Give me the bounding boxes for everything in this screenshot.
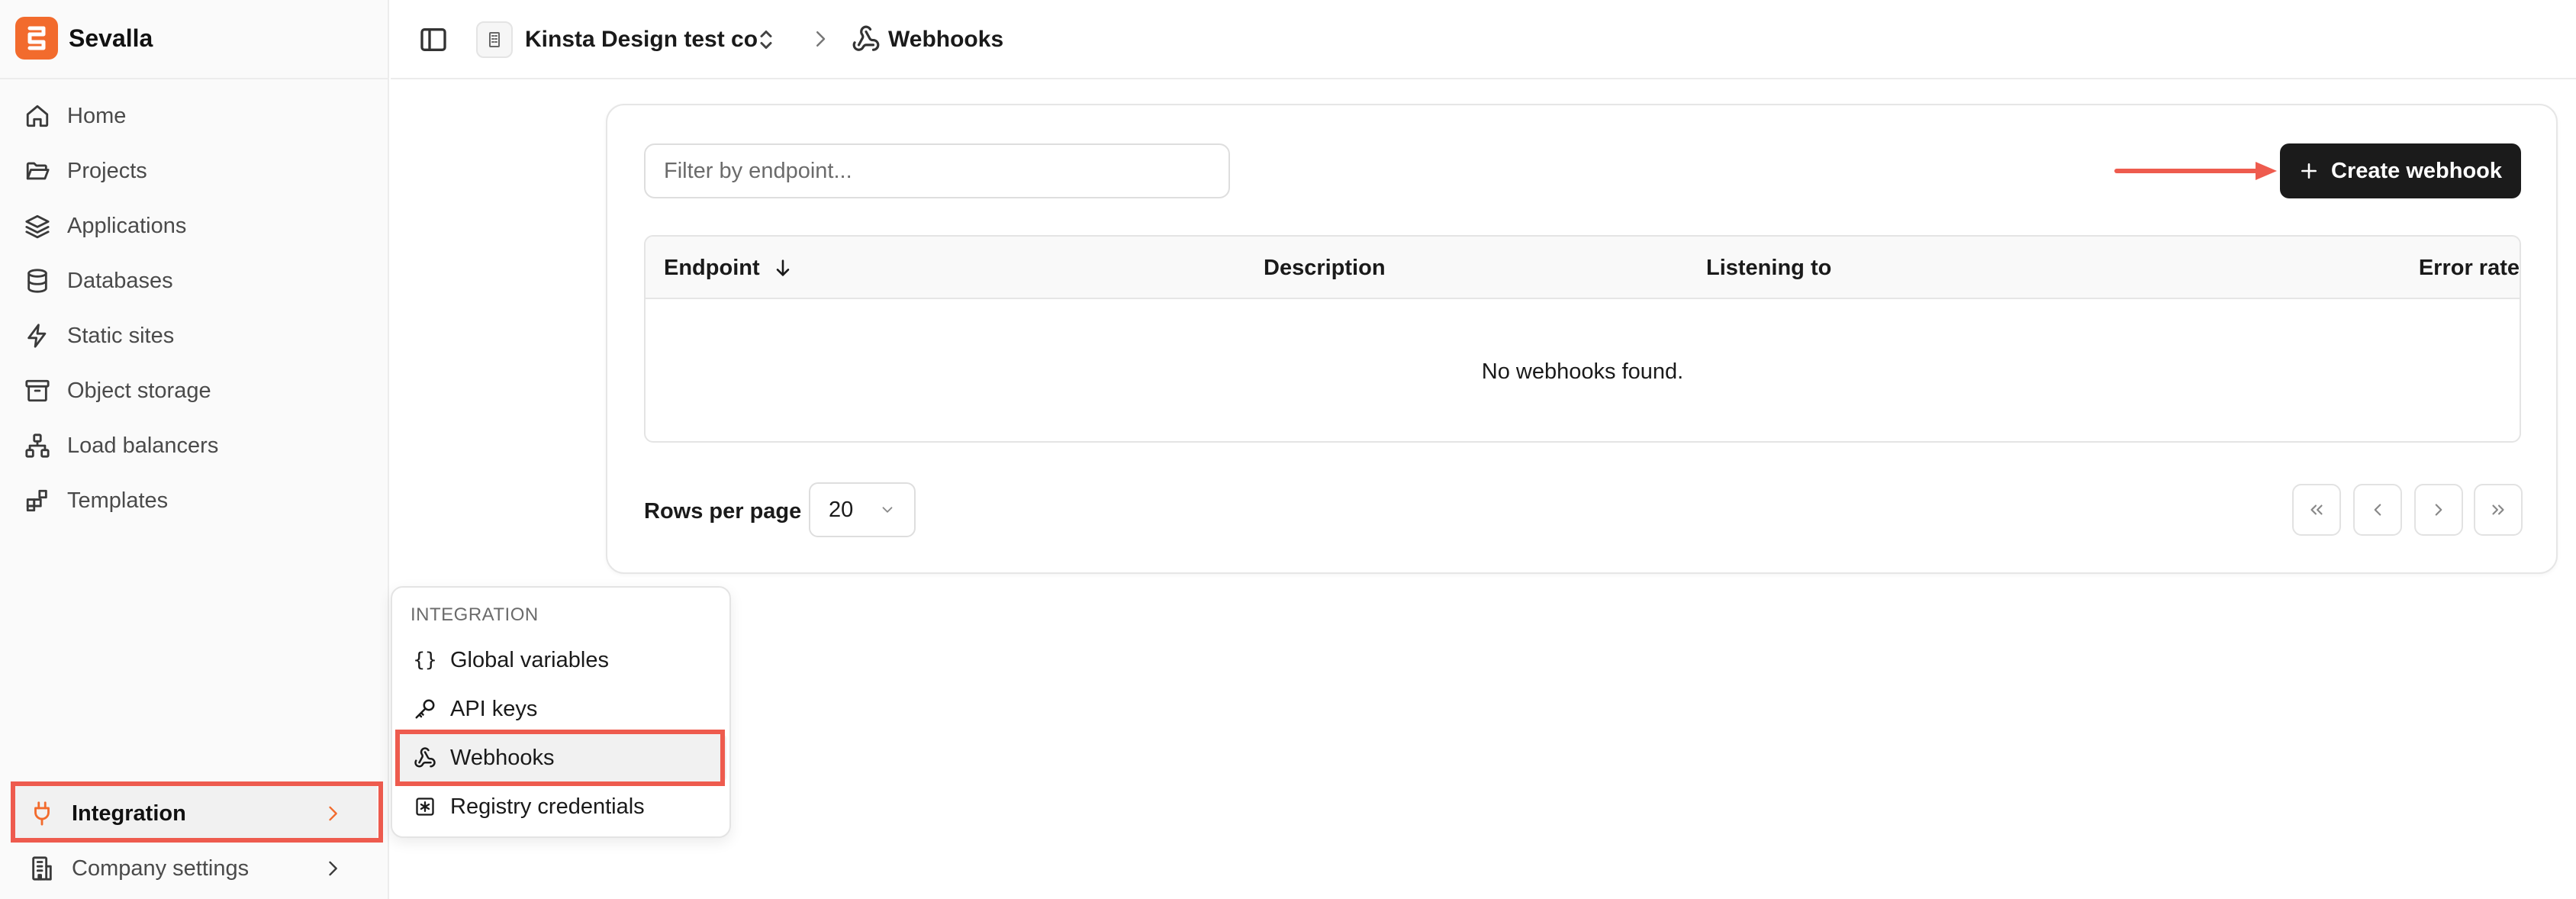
building-icon bbox=[489, 32, 500, 47]
building-icon bbox=[32, 856, 52, 881]
annotation-arrow bbox=[2114, 162, 2277, 180]
brand-name: Sevalla bbox=[69, 24, 153, 52]
sidebar-divider bbox=[0, 78, 388, 79]
column-header-listening-to[interactable]: Listening to bbox=[1706, 237, 1831, 299]
sidebar-item-label: Home bbox=[67, 103, 127, 128]
sidebar-item-applications[interactable]: Applications bbox=[11, 198, 377, 253]
last-page-button[interactable] bbox=[2474, 484, 2523, 536]
asterisk-box-icon bbox=[414, 795, 436, 818]
plug-icon bbox=[34, 801, 50, 826]
chevron-left-icon bbox=[2374, 504, 2381, 516]
webhooks-card: Create webhook Endpoint Description List… bbox=[606, 104, 2558, 574]
archive-icon bbox=[25, 379, 50, 402]
sidebar-item-object-storage[interactable]: Object storage bbox=[11, 363, 377, 418]
sidebar-item-label: Projects bbox=[67, 158, 147, 183]
blocks-icon bbox=[26, 489, 47, 512]
webhooks-table: Endpoint Description Listening to Error … bbox=[644, 235, 2521, 443]
sidebar-item-label: Templates bbox=[67, 488, 169, 513]
next-page-button[interactable] bbox=[2414, 484, 2463, 536]
home-icon bbox=[26, 105, 49, 127]
plus-icon bbox=[2301, 163, 2317, 179]
braces-icon: {} bbox=[413, 649, 437, 672]
rows-per-page-select[interactable]: 20 bbox=[809, 482, 916, 537]
webhook-icon bbox=[852, 25, 880, 51]
sidebar-item-templates[interactable]: Templates bbox=[11, 473, 377, 528]
empty-state-message: No webhooks found. bbox=[1481, 359, 1684, 384]
network-icon bbox=[25, 433, 50, 458]
sidebar-item-label: Databases bbox=[67, 268, 173, 293]
menu-item-registry-credentials[interactable]: Registry credentials bbox=[397, 783, 726, 830]
sidebar-bottom-nav: Integration Company settings bbox=[11, 786, 377, 896]
previous-page-button[interactable] bbox=[2353, 484, 2402, 536]
sidebar-item-label: Company settings bbox=[72, 856, 250, 881]
menu-item-label: Webhooks bbox=[450, 745, 555, 770]
sidebar-item-label: Static sites bbox=[67, 323, 175, 348]
sevalla-logo-icon bbox=[15, 17, 58, 60]
menu-item-label: API keys bbox=[450, 696, 538, 721]
sidebar-item-databases[interactable]: Databases bbox=[11, 253, 377, 308]
menu-item-label: Global variables bbox=[450, 647, 609, 672]
sidebar-item-static-sites[interactable]: Static sites bbox=[11, 308, 377, 363]
brand[interactable]: Sevalla bbox=[15, 17, 153, 60]
database-icon bbox=[27, 269, 47, 293]
key-icon bbox=[414, 698, 436, 720]
integration-menu-title: INTEGRATION bbox=[411, 604, 539, 625]
folder-icon bbox=[26, 162, 50, 180]
column-header-label: Endpoint bbox=[664, 256, 760, 280]
chevron-right-icon bbox=[329, 806, 337, 821]
menu-item-api-keys[interactable]: API keys bbox=[397, 685, 726, 733]
sidebar-item-projects[interactable]: Projects bbox=[11, 143, 377, 198]
filter-endpoint-input[interactable] bbox=[644, 143, 1230, 198]
rows-per-page-value: 20 bbox=[829, 497, 854, 522]
column-header-description[interactable]: Description bbox=[1264, 237, 1386, 299]
sidebar-nav: Home Projects Applications Databases Sta… bbox=[11, 89, 377, 528]
webhook-icon bbox=[414, 746, 436, 769]
sidebar-item-label: Integration bbox=[72, 801, 186, 826]
menu-item-webhooks[interactable]: Webhooks bbox=[397, 734, 726, 781]
chevron-down-icon bbox=[882, 507, 893, 513]
sidebar-item-company-settings[interactable]: Company settings bbox=[11, 841, 377, 896]
create-webhook-label: Create webhook bbox=[2331, 158, 2502, 183]
first-page-button[interactable] bbox=[2292, 484, 2341, 536]
top-bar: Kinsta Design test co Webhooks bbox=[391, 0, 2576, 79]
column-header-error-rate[interactable]: Error rate bbox=[2419, 237, 2520, 299]
menu-item-label: Registry credentials bbox=[450, 794, 645, 819]
sidebar-item-label: Load balancers bbox=[67, 433, 219, 458]
rows-per-page-label: Rows per page bbox=[644, 499, 802, 524]
integration-menu: INTEGRATION {} Global variables API keys… bbox=[391, 586, 731, 838]
sidebar: Sevalla Home Projects Applications Datab… bbox=[0, 0, 389, 899]
sidebar-toggle-icon[interactable] bbox=[418, 24, 449, 55]
create-webhook-button[interactable]: Create webhook bbox=[2280, 143, 2521, 198]
org-badge[interactable] bbox=[476, 21, 513, 58]
layers-icon bbox=[25, 214, 50, 239]
breadcrumb-separator-icon bbox=[816, 31, 826, 47]
chevron-right-icon bbox=[2435, 504, 2442, 516]
bolt-icon bbox=[27, 324, 47, 348]
chevrons-right-icon bbox=[2492, 504, 2504, 515]
table-header: Endpoint Description Listening to Error … bbox=[646, 237, 2520, 299]
column-header-endpoint[interactable]: Endpoint bbox=[664, 237, 794, 299]
chevrons-left-icon bbox=[2310, 504, 2323, 515]
org-name[interactable]: Kinsta Design test co bbox=[525, 23, 758, 56]
chevron-right-icon bbox=[329, 861, 337, 876]
sidebar-item-label: Applications bbox=[67, 213, 187, 238]
sidebar-item-integration[interactable]: Integration bbox=[11, 786, 377, 841]
breadcrumb-current-page: Webhooks bbox=[888, 27, 1004, 52]
sidebar-item-label: Object storage bbox=[67, 378, 211, 403]
chevron-up-down-icon[interactable] bbox=[752, 26, 780, 53]
menu-item-global-variables[interactable]: {} Global variables bbox=[397, 636, 726, 684]
arrow-down-icon bbox=[776, 259, 789, 276]
sidebar-item-load-balancers[interactable]: Load balancers bbox=[11, 418, 377, 473]
sidebar-item-home[interactable]: Home bbox=[11, 89, 377, 143]
